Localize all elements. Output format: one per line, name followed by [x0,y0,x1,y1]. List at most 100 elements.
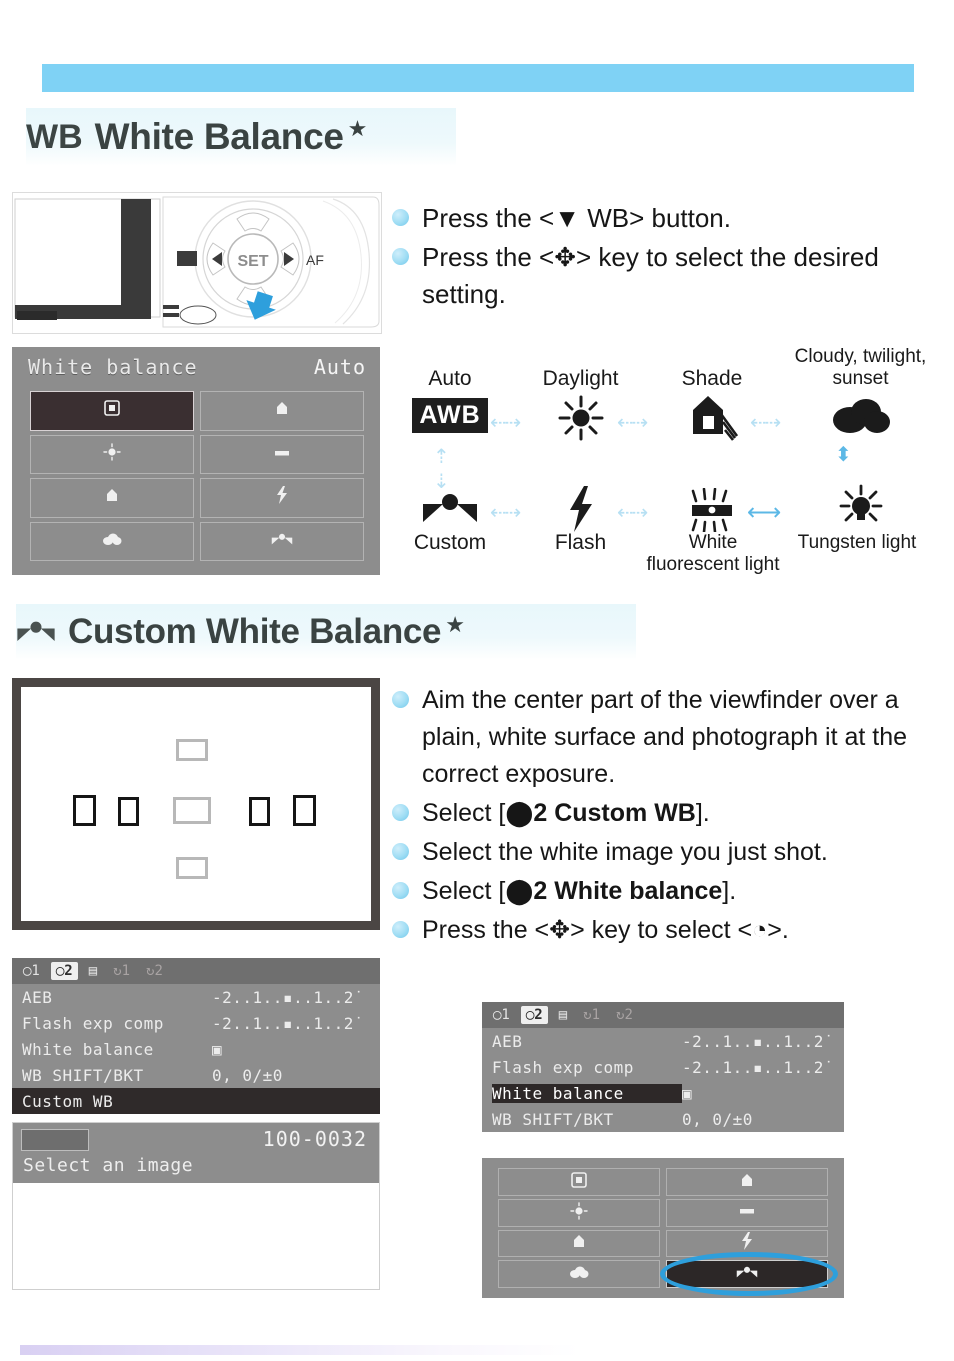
wb-option-custom-wb-icon[interactable] [200,521,364,561]
menu-row[interactable]: AEB -2..1..▪..1..2˙ [12,984,380,1010]
svg-text:SET: SET [237,253,268,270]
arrow-right-icon: ⇠⇢ [617,412,648,434]
menu-tab-2[interactable]: ▤ [84,962,102,980]
menu-row[interactable]: Custom WB [12,1088,380,1114]
arrow-right-icon: ⇠⇢ [750,412,781,434]
menu-tab-2[interactable]: ▤ [554,1006,572,1024]
fluorescent-icon [272,444,292,464]
bullet-icon [392,248,409,265]
camera-diagram-svg: SET AF [14,196,380,328]
af-point-left [118,797,139,826]
menu-row-value: 0, 0/±0 [682,1109,753,1129]
wb-option-daylight-icon[interactable] [30,434,194,474]
section-heading-custom-white-balance: Custom White Balance ★ [16,604,636,660]
list-item: Press the <✥> key to select <◔>. [392,912,952,949]
wb-option-shade-icon[interactable] [666,1168,828,1196]
arrow-right-icon: ⇠⇢ [490,412,521,434]
arrow-vertical-icon: ⬍ [835,444,852,466]
menu-row-value: -2..1..▪..1..2˙ [682,1031,834,1051]
menu-tab-0[interactable]: ◯1 [488,1006,515,1024]
cloud-icon [773,396,948,441]
menu-tab-bar: ◯1 ◯2 ▤ ↻1 ↻2 [482,1002,844,1028]
menu-row-label: White balance [492,1083,682,1103]
menu-tab-1[interactable]: ◯2 [520,1006,548,1024]
menu-row[interactable]: White balance ▣ [12,1036,380,1062]
af-point-far-left [73,795,96,826]
bullet-icon [392,882,409,899]
camera-back-illustration: SET AF [12,192,382,334]
step-text: Aim the center part of the viewfinder ov… [422,686,908,788]
wb-option-grid [30,391,364,561]
page-title: Custom White Balance [68,612,442,651]
custom-wb-icon [16,620,56,644]
list-item: Select the white image you just shot. [392,834,952,871]
wb-option-shade-house-icon[interactable] [498,1229,660,1258]
menu-row-label: WB SHIFT/BKT [22,1065,144,1085]
menu-row[interactable]: AEB -2..1..▪..1..2˙ [482,1028,844,1054]
menu-tab-1[interactable]: ◯2 [50,962,78,980]
menu-tab-4[interactable]: ↻2 [611,1006,638,1024]
wb-label-daylight: Daylight [542,367,619,390]
af-point-far-right [293,795,316,826]
menu-row[interactable]: WB SHIFT/BKT 0, 0/±0 [12,1062,380,1088]
wb-label-tungsten: Tungsten light [797,532,917,553]
wb-option-flash-icon[interactable] [666,1229,828,1258]
viewfinder-illustration [12,678,380,930]
menu-tab-3[interactable]: ↻1 [108,962,135,980]
menu-row-label: White balance [22,1039,154,1059]
wb-option-fluorescent-icon[interactable] [666,1198,828,1227]
step-text: Select [⬤︎2 White balance]. [422,877,737,905]
af-point-bottom [176,857,208,879]
image-select-header: 100-0032 Select an image [13,1123,379,1183]
instruction-list-custom-wb: Aim the center part of the viewfinder ov… [392,682,952,951]
custom-wb-icon [736,1266,758,1283]
menu-row[interactable]: Flash exp comp -2..1..▪..1..2˙ [482,1054,844,1080]
wb-option-shade-icon[interactable] [200,391,364,431]
menu-row[interactable]: WB SHIFT/BKT 0, 0/±0 [482,1106,844,1132]
wb-option-shade-house-icon[interactable] [30,478,194,518]
wb-option-fluorescent-icon[interactable] [200,434,364,474]
wb-option-cloudy-icon[interactable] [30,521,194,561]
cloudy-icon [102,531,122,551]
daylight-icon [103,443,121,466]
menu-row[interactable]: Flash exp comp -2..1..▪..1..2˙ [12,1010,380,1036]
bullet-icon [392,691,409,708]
list-item: Select [⬤︎2 Custom WB]. [392,795,952,832]
wb-option-awb-icon[interactable] [498,1168,660,1196]
wb-option-flash-icon[interactable] [200,478,364,518]
arrow-vertical-icon: ⇡ ⇣ [433,446,450,493]
step-text: Press the <✥> key to select <◔>. [422,916,789,944]
menu-tab-4[interactable]: ↻2 [141,962,168,980]
wb-option-grid-cells [498,1168,828,1288]
menu-row-label: Custom WB [22,1091,212,1111]
menu-row-label: AEB [492,1031,523,1051]
bullet-icon [392,209,409,226]
menu-tab-0[interactable]: ◯1 [18,962,45,980]
star-icon: ★ [445,612,465,637]
star-icon: ★ [347,116,368,141]
list-item: Aim the center part of the viewfinder ov… [392,682,952,793]
list-item: Press the <▼ WB> button. [392,200,952,237]
instruction-list-white-balance: Press the <▼ WB> button. Press the <✥> k… [392,200,952,315]
menu-tab-3[interactable]: ↻1 [578,1006,605,1024]
image-select-screen: 100-0032 Select an image [12,1122,380,1290]
wb-option-daylight-icon[interactable] [498,1198,660,1227]
step-text: Select [⬤︎2 Custom WB]. [422,799,710,827]
page-title: White Balance [94,116,344,157]
wb-label-flash: Flash [554,531,607,554]
cloudy-icon [569,1265,589,1283]
wb-option-grid-highlighted [482,1158,844,1298]
wb-option-custom-wb-icon[interactable] [666,1260,828,1288]
image-select-icon [21,1129,89,1151]
list-item: Press the <✥> key to select the desired … [392,239,952,313]
wb-option-cloudy-icon[interactable] [498,1260,660,1288]
wb-label-shade: Shade [681,367,743,390]
manual-page: WB White Balance ★ SET AF White balance … [0,0,954,1361]
menu-row[interactable]: White balance ▣ [482,1080,844,1106]
step-text: Press the <✥> key to select the desired … [422,242,879,309]
wb-option-awb-icon[interactable] [30,391,194,431]
shade-icon [273,399,291,422]
af-point-top [176,739,208,761]
shade-house-icon [570,1232,588,1254]
arrow-right-icon: ⇠⇢ [617,502,648,524]
